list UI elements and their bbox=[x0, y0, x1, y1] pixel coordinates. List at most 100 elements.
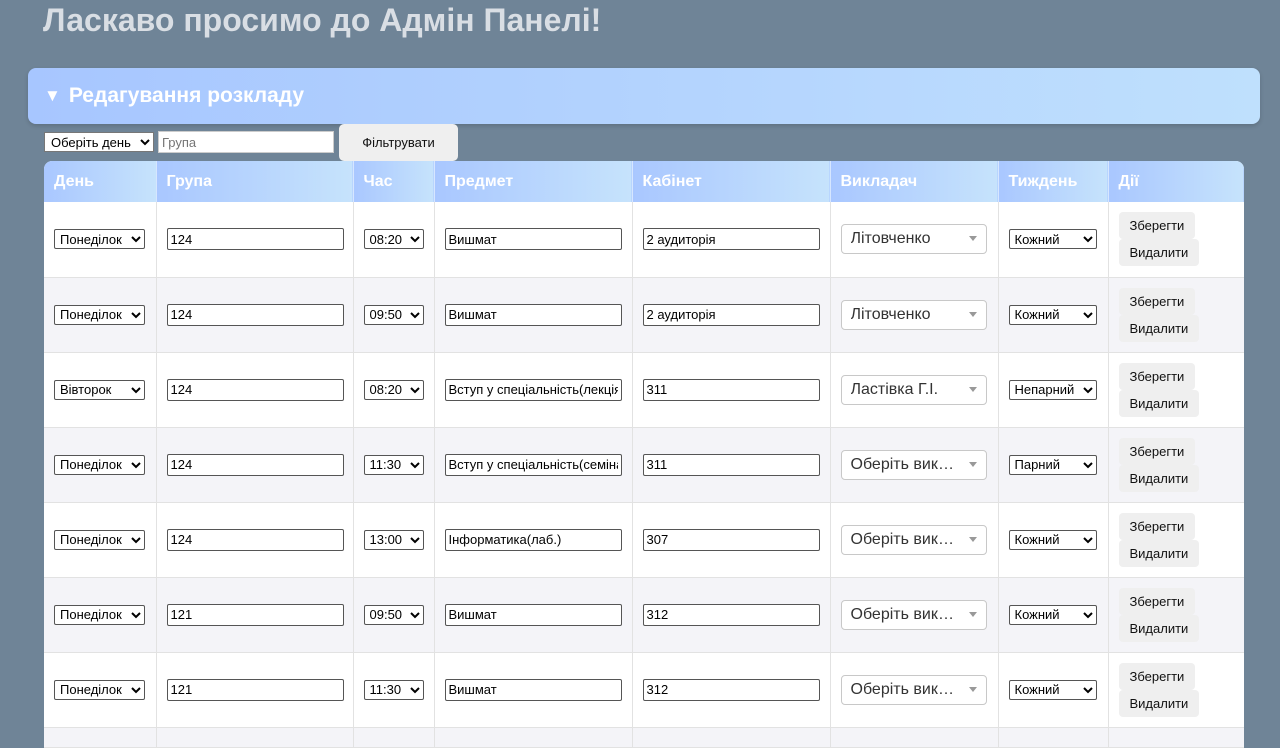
teacher-dropdown[interactable]: Літовченко bbox=[840, 299, 987, 330]
col-header-time: Час bbox=[353, 161, 435, 202]
week-select[interactable]: Кожний bbox=[1008, 304, 1097, 325]
teacher-dropdown[interactable]: Оберіть викладача bbox=[840, 674, 987, 705]
delete-button[interactable]: Видалити bbox=[1118, 539, 1200, 567]
save-button[interactable]: Зберегти bbox=[1118, 362, 1196, 390]
table-row: Понеділок 13:00 Оберіть викладача Кожний… bbox=[44, 502, 1244, 578]
save-button[interactable]: Зберегти bbox=[1118, 212, 1196, 240]
delete-button[interactable]: Видалити bbox=[1118, 464, 1200, 492]
save-button[interactable]: Зберегти bbox=[1118, 287, 1196, 315]
group-input[interactable] bbox=[166, 453, 344, 476]
teacher-label: Оберіть викладача bbox=[850, 605, 963, 623]
group-input[interactable] bbox=[166, 378, 344, 401]
teacher-dropdown[interactable]: Оберіть викладача bbox=[840, 599, 987, 630]
schedule-table: День Група Час Предмет Кабінет Викладач … bbox=[44, 161, 1244, 748]
subject-input[interactable] bbox=[444, 228, 622, 251]
room-input[interactable] bbox=[642, 453, 820, 476]
subject-input[interactable] bbox=[444, 678, 622, 701]
section-title: Редагування розкладу bbox=[68, 84, 305, 107]
dropdown-caret-icon bbox=[968, 311, 977, 317]
teacher-label: Оберіть викладача bbox=[850, 455, 963, 473]
room-input[interactable] bbox=[642, 228, 820, 251]
subject-input[interactable] bbox=[444, 378, 622, 401]
week-select[interactable]: Непарний bbox=[1008, 379, 1097, 400]
subject-input[interactable] bbox=[444, 303, 622, 326]
room-input[interactable] bbox=[642, 378, 820, 401]
week-select[interactable]: Кожний bbox=[1008, 679, 1097, 700]
day-select[interactable]: Понеділок bbox=[54, 529, 145, 550]
delete-button[interactable]: Видалити bbox=[1118, 314, 1200, 342]
save-button[interactable]: Зберегти bbox=[1118, 587, 1196, 615]
delete-button[interactable]: Видалити bbox=[1118, 389, 1200, 417]
teacher-label: Ластівка Г.І. bbox=[850, 380, 939, 398]
subject-input[interactable] bbox=[444, 603, 622, 626]
table-row-partial bbox=[44, 727, 1244, 748]
table-row: Понеділок 08:20 Літовченко Кожний Зберег… bbox=[44, 202, 1244, 278]
col-header-week: Тиждень bbox=[998, 161, 1109, 202]
dropdown-caret-icon bbox=[968, 611, 977, 617]
teacher-dropdown[interactable]: Ластівка Г.І. bbox=[840, 374, 987, 405]
time-select[interactable]: 08:20 bbox=[363, 379, 424, 400]
group-input[interactable] bbox=[166, 228, 344, 251]
teacher-dropdown[interactable]: Літовченко bbox=[840, 224, 987, 255]
table-header-row: День Група Час Предмет Кабінет Викладач … bbox=[44, 161, 1244, 202]
week-select[interactable]: Кожний bbox=[1008, 604, 1097, 625]
dropdown-caret-icon bbox=[968, 686, 977, 692]
time-select[interactable]: 11:30 bbox=[363, 454, 424, 475]
room-input[interactable] bbox=[642, 303, 820, 326]
day-select[interactable]: Понеділок bbox=[54, 604, 145, 625]
filter-button[interactable]: Фільтрувати bbox=[339, 124, 458, 161]
save-button[interactable]: Зберегти bbox=[1118, 662, 1196, 690]
dropdown-caret-icon bbox=[968, 536, 977, 542]
day-select[interactable]: Понеділок bbox=[54, 229, 145, 250]
teacher-label: Оберіть викладача bbox=[850, 680, 963, 698]
time-select[interactable]: 11:30 bbox=[363, 679, 424, 700]
time-select[interactable]: 09:50 bbox=[363, 604, 424, 625]
dropdown-caret-icon bbox=[968, 236, 977, 242]
week-select[interactable]: Кожний bbox=[1008, 229, 1097, 250]
table-row: Вівторок 08:20 Ластівка Г.І. Непарний Зб… bbox=[44, 352, 1244, 428]
group-input[interactable] bbox=[166, 303, 344, 326]
room-input[interactable] bbox=[642, 678, 820, 701]
teacher-label: Літовченко bbox=[850, 230, 931, 248]
week-select[interactable]: Кожний bbox=[1008, 529, 1097, 550]
group-input[interactable] bbox=[166, 528, 344, 551]
day-select[interactable]: Понеділок bbox=[54, 304, 145, 325]
col-header-room: Кабінет bbox=[632, 161, 831, 202]
dropdown-caret-icon bbox=[968, 386, 977, 392]
teacher-label: Літовченко bbox=[850, 305, 931, 323]
teacher-dropdown[interactable]: Оберіть викладача bbox=[840, 449, 987, 480]
filter-day-select[interactable]: Оберіть день bbox=[44, 132, 154, 152]
dropdown-caret-icon bbox=[968, 461, 977, 467]
table-row: Понеділок 09:50 Оберіть викладача Кожний… bbox=[44, 577, 1244, 653]
room-input[interactable] bbox=[642, 528, 820, 551]
day-select[interactable]: Вівторок bbox=[54, 379, 145, 400]
subject-input[interactable] bbox=[444, 453, 622, 476]
page-title: Ласкаво просимо до Адмін Панелі! bbox=[43, 2, 602, 38]
room-input[interactable] bbox=[642, 603, 820, 626]
subject-input[interactable] bbox=[444, 528, 622, 551]
col-header-actions: Дії bbox=[1108, 161, 1244, 202]
col-header-group: Група bbox=[156, 161, 354, 202]
group-input[interactable] bbox=[166, 603, 344, 626]
time-select[interactable]: 09:50 bbox=[363, 304, 424, 325]
table-row: Понеділок 09:50 Літовченко Кожний Зберег… bbox=[44, 277, 1244, 353]
table-row: Понеділок 11:30 Оберіть викладача Кожний… bbox=[44, 652, 1244, 728]
save-button[interactable]: Зберегти bbox=[1118, 512, 1196, 540]
teacher-label: Оберіть викладача bbox=[850, 530, 963, 548]
save-button[interactable]: Зберегти bbox=[1118, 437, 1196, 465]
table-row: Понеділок 11:30 Оберіть викладача Парний… bbox=[44, 427, 1244, 503]
group-input[interactable] bbox=[166, 678, 344, 701]
day-select[interactable]: Понеділок bbox=[54, 454, 145, 475]
delete-button[interactable]: Видалити bbox=[1118, 239, 1200, 267]
delete-button[interactable]: Видалити bbox=[1118, 689, 1200, 717]
col-header-teacher: Викладач bbox=[830, 161, 999, 202]
schedule-section-toggle[interactable]: ▼ Редагування розкладу bbox=[28, 68, 1260, 124]
teacher-dropdown[interactable]: Оберіть викладача bbox=[840, 524, 987, 555]
time-select[interactable]: 13:00 bbox=[363, 529, 424, 550]
delete-button[interactable]: Видалити bbox=[1118, 614, 1200, 642]
time-select[interactable]: 08:20 bbox=[363, 229, 424, 250]
filter-group-input[interactable] bbox=[158, 131, 334, 153]
day-select[interactable]: Понеділок bbox=[54, 679, 145, 700]
col-header-subject: Предмет bbox=[434, 161, 633, 202]
week-select[interactable]: Парний bbox=[1008, 454, 1097, 475]
